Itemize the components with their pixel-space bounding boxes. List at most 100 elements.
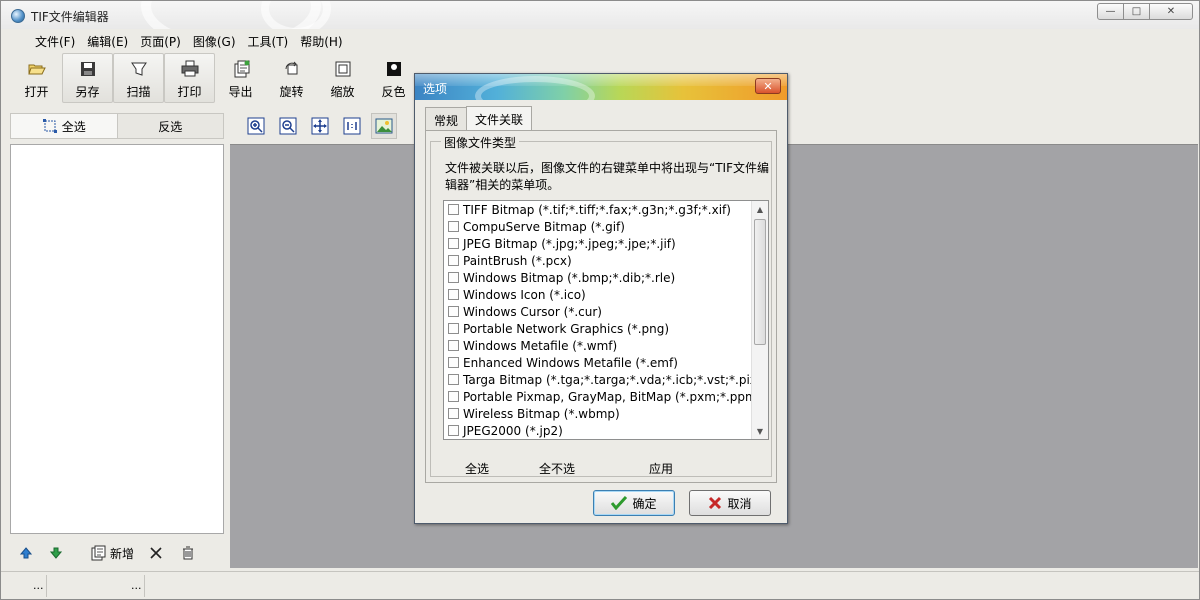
menu-tools[interactable]: 工具(T) — [242, 29, 295, 51]
export-button[interactable]: 导出 — [215, 53, 266, 103]
list-item[interactable]: PaintBrush (*.pcx) — [448, 252, 572, 269]
checkbox[interactable] — [448, 340, 459, 351]
menu-edit[interactable]: 编辑(E) — [81, 29, 134, 51]
ok-label: 确定 — [632, 496, 657, 511]
close-button[interactable]: ✕ — [1149, 3, 1193, 20]
rotate-button[interactable]: 旋转 — [266, 53, 317, 103]
thumbnail-panel-footer: 新增 — [10, 539, 224, 567]
add-page-button[interactable]: 新增 — [90, 545, 134, 562]
close-x-icon — [150, 547, 162, 559]
checkbox[interactable] — [448, 323, 459, 334]
list-item[interactable]: Targa Bitmap (*.tga;*.targa;*.vda;*.icb;… — [448, 371, 762, 388]
list-item[interactable]: Portable Pixmap, GrayMap, BitMap (*.pxm;… — [448, 388, 767, 405]
cancel-button[interactable]: 取消 — [689, 490, 771, 516]
list-item[interactable]: Windows Cursor (*.cur) — [448, 303, 602, 320]
list-item[interactable]: Windows Metafile (*.wmf) — [448, 337, 617, 354]
checkbox[interactable] — [448, 374, 459, 385]
remove-button[interactable] — [150, 547, 162, 559]
list-item[interactable]: Windows Bitmap (*.bmp;*.dib;*.rle) — [448, 269, 675, 286]
list-scrollbar[interactable]: ▲ ▼ — [751, 201, 768, 439]
image-view-button[interactable] — [371, 113, 397, 139]
checkbox[interactable] — [448, 272, 459, 283]
folder-open-icon — [27, 64, 46, 75]
save-as-label: 另存 — [75, 85, 100, 99]
fit-window-button[interactable] — [307, 113, 333, 139]
select-none-button[interactable]: 全不选 — [539, 460, 575, 477]
checkbox[interactable] — [448, 238, 459, 249]
move-down-button[interactable] — [50, 547, 62, 559]
print-label: 打印 — [177, 85, 202, 99]
ok-button[interactable]: 确定 — [593, 490, 675, 516]
invert-color-button[interactable]: 反色 — [368, 53, 419, 103]
thumbnail-panel-header: 全选 反选 — [10, 113, 224, 139]
resize-button[interactable]: 缩放 — [317, 53, 368, 103]
maximize-button[interactable]: □ — [1123, 3, 1150, 20]
resize-icon — [335, 61, 350, 77]
actual-size-button[interactable] — [339, 113, 365, 139]
image-file-types-group: 图像文件类型 文件被关联以后，图像文件的右键菜单中将出现与“TIF文件编辑器”相… — [430, 134, 772, 477]
export-icon — [234, 60, 249, 78]
move-up-button[interactable] — [20, 547, 32, 559]
open-label: 打开 — [24, 85, 49, 99]
checkbox[interactable] — [448, 408, 459, 419]
minimize-button[interactable]: — — [1097, 3, 1124, 20]
list-item[interactable]: Wireless Bitmap (*.wbmp) — [448, 405, 620, 422]
status-cell-1: ... — [1, 575, 47, 597]
menu-image[interactable]: 图像(G) — [187, 29, 242, 51]
checkbox[interactable] — [448, 306, 459, 317]
checkbox[interactable] — [448, 357, 459, 368]
menu-help[interactable]: 帮助(H) — [294, 29, 348, 51]
printer-icon — [181, 60, 198, 77]
invert-selection-button[interactable]: 反选 — [118, 114, 224, 138]
view-toolbar — [231, 113, 421, 141]
list-item[interactable]: Enhanced Windows Metafile (*.emf) — [448, 354, 678, 371]
scroll-down-arrow-icon[interactable]: ▼ — [752, 423, 768, 439]
list-item[interactable]: TIFF Bitmap (*.tif;*.tiff;*.fax;*.g3n;*.… — [448, 201, 731, 218]
invert-color-label: 反色 — [381, 85, 406, 99]
checkbox[interactable] — [448, 289, 459, 300]
menu-page[interactable]: 页面(P) — [134, 29, 187, 51]
thumbnail-list[interactable] — [10, 144, 224, 534]
select-all-pages-button[interactable]: 全选 — [11, 114, 118, 138]
scanner-icon — [130, 62, 147, 76]
open-button[interactable]: 打开 — [11, 53, 62, 103]
file-association-panel: 图像文件类型 文件被关联以后，图像文件的右键菜单中将出现与“TIF文件编辑器”相… — [425, 130, 777, 483]
checkbox[interactable] — [448, 221, 459, 232]
zoom-in-button[interactable] — [243, 113, 269, 139]
select-all-pages-label: 全选 — [61, 119, 86, 134]
app-icon — [11, 9, 25, 23]
checkbox[interactable] — [448, 391, 459, 402]
apply-button[interactable]: 应用 — [649, 460, 673, 477]
file-type-label: Windows Bitmap (*.bmp;*.dib;*.rle) — [463, 270, 676, 285]
status-bar: ... ... — [1, 571, 1199, 599]
print-button[interactable]: 打印 — [164, 53, 215, 103]
add-page-label: 新增 — [110, 546, 135, 561]
scan-label: 扫描 — [126, 85, 151, 99]
checkbox[interactable] — [448, 425, 459, 436]
select-all-types-button[interactable]: 全选 — [465, 460, 489, 477]
scan-button[interactable]: 扫描 — [113, 53, 164, 103]
checkbox[interactable] — [448, 255, 459, 266]
file-type-label: CompuServe Bitmap (*.gif) — [463, 219, 625, 234]
file-type-list[interactable]: TIFF Bitmap (*.tif;*.tiff;*.fax;*.g3n;*.… — [443, 200, 769, 440]
export-label: 导出 — [228, 85, 253, 99]
checkmark-icon — [611, 496, 628, 510]
list-item[interactable]: JPEG2000 (*.jp2) — [448, 422, 563, 439]
window-controls: — □ ✕ — [1097, 3, 1193, 20]
list-item[interactable]: Portable Network Graphics (*.png) — [448, 320, 669, 337]
zoom-out-button[interactable] — [275, 113, 301, 139]
save-as-button[interactable]: 另存 — [62, 53, 113, 103]
scroll-up-arrow-icon[interactable]: ▲ — [752, 201, 768, 217]
list-item[interactable]: Windows Icon (*.ico) — [448, 286, 586, 303]
dialog-title: 选项 — [423, 82, 448, 96]
delete-button[interactable] — [182, 546, 194, 560]
list-item[interactable]: CompuServe Bitmap (*.gif) — [448, 218, 625, 235]
list-item[interactable]: JPEG Bitmap (*.jpg;*.jpeg;*.jpe;*.jif) — [448, 235, 676, 252]
scrollbar-thumb[interactable] — [754, 219, 766, 345]
menu-file[interactable]: 文件(F) — [29, 29, 81, 51]
dialog-close-button[interactable]: ✕ — [755, 78, 781, 94]
checkbox[interactable] — [448, 204, 459, 215]
tab-general[interactable]: 常规 — [425, 107, 468, 131]
add-page-icon — [91, 545, 106, 561]
tab-file-association[interactable]: 文件关联 — [466, 106, 533, 131]
